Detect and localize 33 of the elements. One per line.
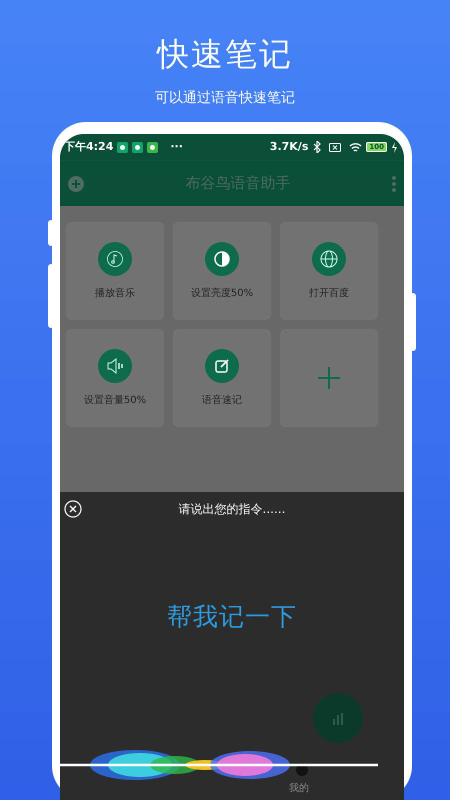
wifi-icon (349, 142, 362, 152)
recognized-speech: 帮我记一下 (166, 601, 298, 633)
voice-prompt: 请说出您的指令...... (178, 501, 286, 518)
profile-icon (296, 764, 308, 776)
command-tile[interactable]: 语音速记 (173, 329, 271, 427)
more-menu-button[interactable] (392, 176, 396, 192)
page-title: 快速笔记 (155, 34, 294, 74)
app-title: 布谷鸟语音助手 (184, 173, 292, 194)
nav-tab[interactable]: 我的 (289, 781, 309, 796)
command-tile[interactable]: 设置音量50% (66, 329, 164, 427)
add-button[interactable] (68, 176, 84, 192)
no-sim-icon (329, 142, 342, 152)
close-button[interactable] (64, 500, 82, 518)
globe-icon (320, 250, 338, 268)
plus-icon (317, 366, 341, 390)
charging-icon (391, 142, 398, 152)
bluetooth-icon (312, 141, 322, 153)
app-notification-icon (147, 142, 158, 152)
command-tile[interactable]: 播放音乐 (66, 222, 164, 320)
speaker-icon (106, 356, 124, 374)
more-notifications: ··· (170, 138, 183, 155)
app-notification-icon (117, 142, 128, 152)
audio-bars-icon (332, 711, 344, 725)
command-tile[interactable]: 打开百度 (280, 222, 378, 320)
microphone-button[interactable] (313, 693, 363, 743)
page-subtitle: 可以通过语音快速笔记 (155, 89, 295, 108)
network-speed: 3.7K/s (270, 138, 308, 155)
music-note-icon (106, 250, 124, 268)
brightness-icon (213, 250, 231, 268)
app-notification-icon (132, 142, 144, 152)
add-command-tile[interactable] (280, 329, 378, 427)
edit-icon (213, 356, 231, 374)
command-tile[interactable]: 设置亮度50% (173, 222, 271, 320)
